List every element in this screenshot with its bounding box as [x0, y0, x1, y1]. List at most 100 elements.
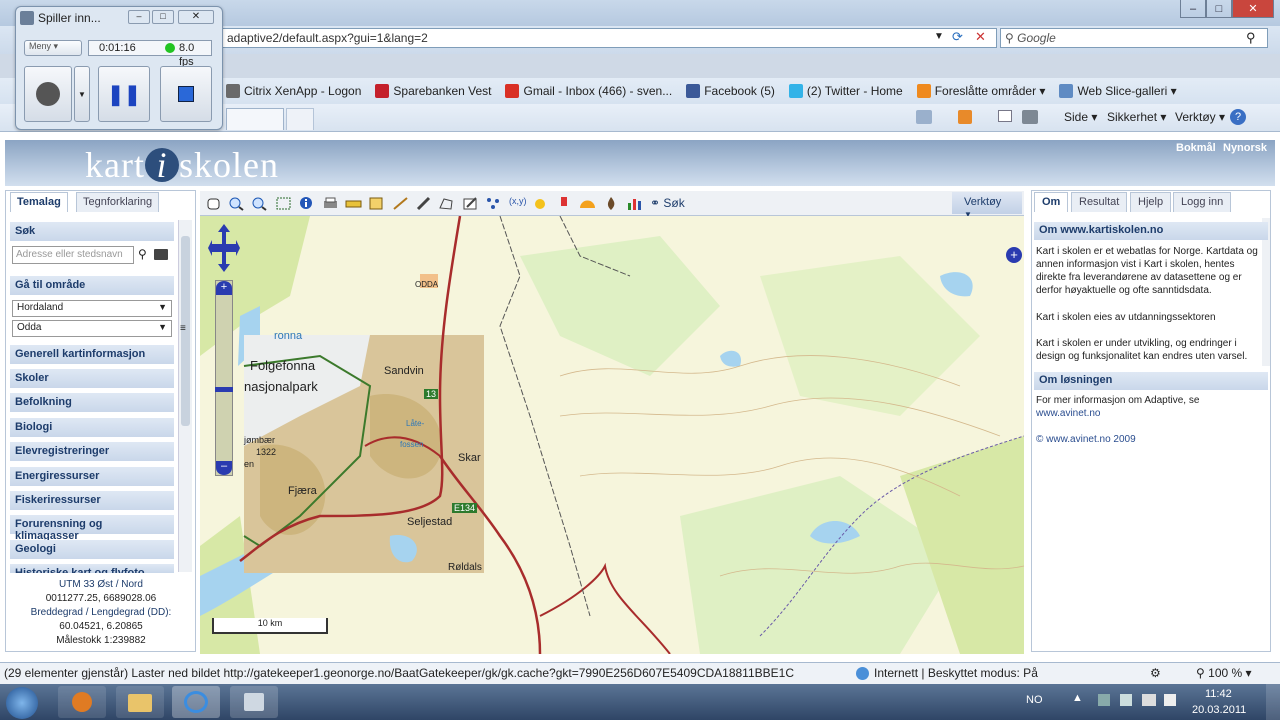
avinet-link[interactable]: www.avinet.no: [1036, 407, 1266, 420]
recorder-menu-dropdown[interactable]: Meny ▾: [24, 40, 82, 56]
draw-polygon-icon[interactable]: [438, 196, 455, 211]
list-icon[interactable]: ≡: [180, 323, 186, 334]
place-search-input[interactable]: Adresse eller stedsnavn: [12, 246, 134, 264]
stop-icon[interactable]: ✕: [975, 29, 986, 45]
url-input[interactable]: adaptive2/default.aspx?gui=1&lang=2: [222, 28, 997, 48]
measure-ruler-icon[interactable]: [345, 196, 362, 211]
section-skoler[interactable]: Skoler: [10, 369, 174, 389]
browser-tab[interactable]: [226, 108, 284, 130]
clock-date[interactable]: 20.03.2011: [1192, 704, 1246, 716]
search-section-header[interactable]: Søk: [10, 222, 174, 242]
zoom-level[interactable]: ⚲ 100 % ▾: [1196, 666, 1252, 680]
zoom-slider[interactable]: + –: [215, 280, 233, 476]
recorder-close-button[interactable]: ✕: [178, 10, 214, 24]
volume-icon[interactable]: [1164, 694, 1176, 706]
recorder-maximize-button[interactable]: □: [152, 10, 174, 24]
minimize-button[interactable]: –: [1180, 0, 1206, 18]
zoom-in-icon[interactable]: [228, 196, 245, 211]
record-options-button[interactable]: ▼: [74, 66, 90, 122]
recorder-minimize-button[interactable]: –: [128, 10, 150, 24]
section-befolkning[interactable]: Befolkning: [10, 393, 174, 413]
taskbar-media-player[interactable]: [58, 686, 106, 718]
clock-time[interactable]: 11:42: [1205, 688, 1232, 700]
search-icon[interactable]: ⚲: [138, 247, 147, 261]
network-icon[interactable]: [1142, 694, 1156, 706]
zoom-out-icon[interactable]: [251, 196, 268, 211]
draw-pencil-icon[interactable]: [415, 196, 432, 211]
taskbar-internet-explorer[interactable]: [172, 686, 220, 718]
show-desktop-button[interactable]: [1266, 684, 1280, 720]
tray-flag-icon[interactable]: [1120, 694, 1132, 706]
lang-bokmal-link[interactable]: Bokmål: [1176, 142, 1216, 154]
favorite-link[interactable]: Web Slice-galleri ▾: [1059, 84, 1177, 98]
zoom-in-button[interactable]: +: [216, 281, 232, 295]
edit-icon[interactable]: [462, 196, 479, 211]
tab-om[interactable]: Om: [1034, 192, 1069, 212]
site-logo[interactable]: kart i skolen: [85, 144, 279, 186]
taskbar-explorer[interactable]: [116, 686, 164, 718]
home-icon[interactable]: [916, 110, 932, 124]
page-menu[interactable]: Side ▾: [1064, 110, 1097, 124]
info-icon[interactable]: [298, 196, 315, 211]
tab-tegnforklaring[interactable]: Tegnforklaring: [76, 192, 160, 212]
taskbar-recorder[interactable]: [230, 686, 278, 718]
favorite-link[interactable]: Gmail - Inbox (466) - sven...: [505, 84, 672, 98]
county-select[interactable]: Hordaland ▼: [12, 300, 172, 317]
protected-mode-icon[interactable]: ⚙: [1150, 666, 1161, 680]
input-language[interactable]: NO: [1026, 694, 1043, 706]
goto-area-header[interactable]: Gå til område: [10, 276, 174, 296]
favorite-link[interactable]: Sparebanken Vest: [375, 84, 491, 98]
section-historiske-kart[interactable]: Historiske kart og flyfoto: [10, 564, 174, 574]
section-forurensning[interactable]: Forurensning og klimagasser: [10, 515, 174, 542]
new-tab-button[interactable]: [286, 108, 314, 130]
bar-chart-icon[interactable]: [626, 196, 643, 211]
pan-control[interactable]: [208, 224, 240, 272]
tools-menu[interactable]: Verktøy ▾: [1175, 110, 1225, 124]
section-biologi[interactable]: Biologi: [10, 418, 174, 438]
tab-temalag[interactable]: Temalag: [10, 192, 68, 212]
tab-resultat[interactable]: Resultat: [1071, 192, 1128, 212]
measure-area-icon[interactable]: [368, 196, 385, 211]
tab-logg-inn[interactable]: Logg inn: [1173, 192, 1232, 212]
favorite-link[interactable]: (2) Twitter - Home: [788, 84, 903, 98]
help-icon[interactable]: ?: [1230, 109, 1246, 125]
sun-icon[interactable]: [532, 196, 549, 211]
keyboard-icon[interactable]: [154, 249, 168, 260]
pan-hand-icon[interactable]: [205, 196, 222, 211]
sos-icon[interactable]: [556, 196, 573, 211]
start-button[interactable]: [6, 687, 38, 719]
tab-hjelp[interactable]: Hjelp: [1130, 192, 1172, 212]
stop-button[interactable]: [160, 66, 212, 122]
print-map-icon[interactable]: [322, 196, 339, 211]
map-tools-dropdown[interactable]: Verktøy ▼: [952, 192, 1022, 219]
tray-arrow-icon[interactable]: ▲: [1072, 692, 1083, 704]
zoom-slider-thumb[interactable]: [215, 387, 233, 392]
maximize-button[interactable]: □: [1206, 0, 1232, 18]
zoom-out-button[interactable]: –: [216, 461, 232, 475]
fire-icon[interactable]: [603, 196, 620, 211]
print-icon[interactable]: [1022, 110, 1038, 124]
expand-panel-icon[interactable]: +: [1006, 247, 1022, 263]
mail-icon[interactable]: [998, 110, 1012, 122]
map-canvas[interactable]: ODDA ronna Folgefonna nasjonalpark Sandv…: [200, 216, 1024, 654]
url-dropdown-icon[interactable]: ▼: [934, 31, 944, 42]
municipality-select[interactable]: Odda ▼: [12, 320, 172, 337]
favorite-link[interactable]: Foreslåtte områder ▾: [916, 84, 1045, 98]
section-generell-kartinformasjon[interactable]: Generell kartinformasjon: [10, 345, 174, 365]
close-window-button[interactable]: ✕: [1232, 0, 1274, 18]
favorite-link[interactable]: Citrix XenApp - Logon: [226, 84, 361, 98]
record-button[interactable]: [24, 66, 72, 122]
rss-icon[interactable]: [958, 110, 972, 124]
security-menu[interactable]: Sikkerhet ▾: [1107, 110, 1166, 124]
section-fiskeriressurser[interactable]: Fiskeriressurser: [10, 491, 174, 511]
sunset-icon[interactable]: [579, 196, 596, 211]
section-energiressurser[interactable]: Energiressurser: [10, 467, 174, 487]
refresh-icon[interactable]: ⟳: [952, 29, 963, 45]
zoom-extent-icon[interactable]: [275, 196, 292, 211]
coordinate-points-icon[interactable]: [485, 196, 502, 211]
search-input[interactable]: ⚲ Google: [1000, 28, 1268, 48]
search-go-icon[interactable]: ⚲: [1246, 30, 1256, 46]
draw-line-icon[interactable]: [392, 196, 409, 211]
favorite-link[interactable]: Facebook (5): [686, 84, 775, 98]
section-geologi[interactable]: Geologi: [10, 540, 174, 560]
